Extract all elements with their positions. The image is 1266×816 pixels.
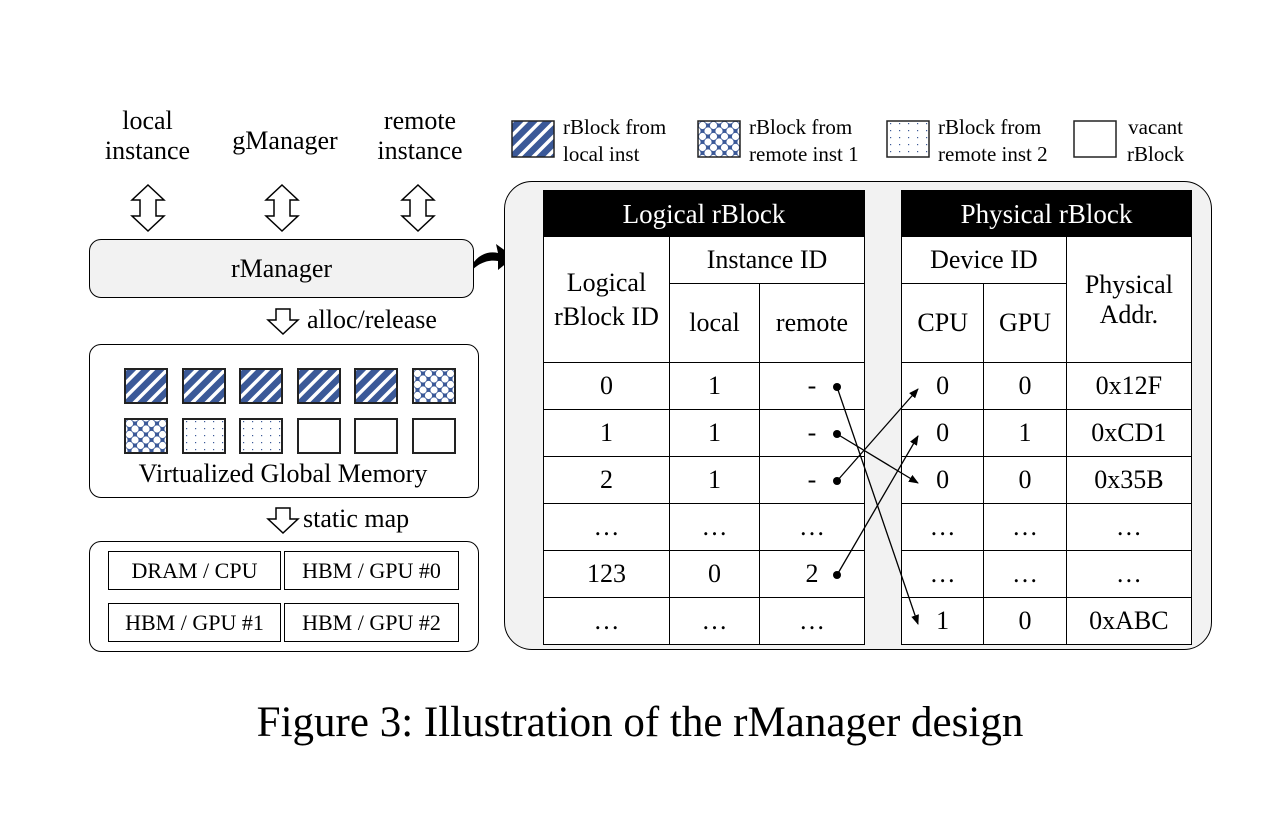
legend-line1: vacant [1128, 115, 1183, 139]
legend-line1: rBlock from [749, 115, 853, 139]
cell-gpu: 0 [983, 456, 1067, 504]
physical-table-row: ……… [900, 503, 1193, 551]
physical-table-row: 0 1 0xCD1 [900, 409, 1193, 457]
cell-remote: … [759, 503, 865, 551]
cell-gpu: 0 [983, 597, 1067, 645]
rmanager-box: rManager [89, 239, 474, 298]
device-hbm-gpu1: HBM / GPU #1 [108, 603, 281, 642]
double-arrow-icon [130, 183, 166, 233]
double-arrow-icon [264, 183, 300, 233]
legend-label-vacant: vacant rBlock [1127, 114, 1184, 168]
alloc-release-label: alloc/release [307, 305, 437, 334]
device-dram-cpu: DRAM / CPU [108, 551, 281, 590]
cell-remote: … [759, 597, 865, 645]
logical-table-title: Logical rBlock [543, 190, 865, 237]
local-instance-label: local instance [104, 106, 191, 165]
legend-line2: remote inst 1 [749, 142, 859, 166]
cell-id: 2 [543, 456, 670, 504]
col-cpu: CPU [900, 283, 985, 363]
legend-line2: remote inst 2 [938, 142, 1048, 166]
physical-table-row: ……… [900, 550, 1193, 598]
cell-id: 1 [543, 409, 670, 457]
logical-table-row: ……… [543, 597, 865, 645]
legend-swatch-vacant [1073, 120, 1117, 158]
physical-table-row: 0 0 0x35B [900, 456, 1193, 504]
cell-id: 0 [543, 362, 670, 410]
cell-id: … [543, 503, 670, 551]
legend-label-remote2: rBlock from remote inst 2 [938, 114, 1048, 168]
col-local: local [669, 283, 760, 363]
cell-remote: - [759, 409, 865, 457]
double-arrow-icon [400, 183, 436, 233]
cell-local: … [669, 503, 760, 551]
down-arrow-icon [266, 308, 300, 336]
legend-line2: rBlock [1127, 142, 1185, 166]
gmanager-label: gManager [232, 126, 338, 155]
cell-local: 1 [669, 456, 760, 504]
physical-rblock-table: Physical rBlock Device ID Physical Addr.… [900, 190, 1193, 645]
col-device-id: Device ID [901, 236, 1067, 284]
device-hbm-gpu2: HBM / GPU #2 [284, 603, 459, 642]
cell-cpu: 0 [900, 409, 985, 457]
cell-addr: 0xCD1 [1065, 409, 1193, 457]
remote-instance-label: remote instance [377, 106, 463, 165]
legend-swatch-local [511, 120, 555, 158]
virtualized-memory-label: Virtualized Global Memory [138, 459, 428, 488]
physical-table-title: Physical rBlock [901, 190, 1192, 237]
logical-table-row: 01- [543, 362, 865, 410]
col-remote: remote [759, 283, 865, 363]
logical-table-row: 11- [543, 409, 865, 457]
legend-swatch-remote2 [886, 120, 930, 158]
cell-local: 1 [669, 362, 760, 410]
legend-label-remote1: rBlock from remote inst 1 [749, 114, 859, 168]
col-instance-id: Instance ID [669, 236, 865, 284]
cell-cpu: … [900, 550, 985, 598]
legend-label-local: rBlock from local inst [563, 114, 666, 168]
cell-id: 123 [543, 550, 670, 598]
col-physical-addr: Physical Addr. [1065, 236, 1193, 363]
cell-addr: 0x35B [1065, 456, 1193, 504]
physical-table-row: 1 0 0xABC [900, 597, 1193, 645]
cell-remote: - [759, 362, 865, 410]
logical-table-row: ……… [543, 503, 865, 551]
device-hbm-gpu0: HBM / GPU #0 [284, 551, 459, 590]
legend-line2: local inst [563, 142, 640, 166]
col-logical-rblock-id: Logical rBlock ID [543, 236, 670, 363]
cell-gpu: … [983, 503, 1067, 551]
figure-caption: Figure 3: Illustration of the rManager d… [256, 699, 1024, 746]
cell-addr: 0x12F [1065, 362, 1193, 410]
logical-rblock-table: Logical rBlock Logical rBlock ID Instanc… [543, 190, 865, 645]
cell-addr: … [1065, 550, 1193, 598]
static-map-label: static map [303, 504, 410, 533]
cell-gpu: 0 [983, 362, 1067, 410]
cell-local: … [669, 597, 760, 645]
cell-cpu: 0 [900, 456, 985, 504]
cell-local: 0 [669, 550, 760, 598]
cell-cpu: 0 [900, 362, 985, 410]
legend-line1: rBlock from [563, 115, 667, 139]
legend-line1: rBlock from [938, 115, 1042, 139]
cell-remote: - [759, 456, 865, 504]
legend-swatch-remote1 [697, 120, 741, 158]
cell-local: 1 [669, 409, 760, 457]
cell-gpu: … [983, 550, 1067, 598]
logical-table-row: 21- [543, 456, 865, 504]
cell-id: … [543, 597, 670, 645]
cell-remote: 2 [759, 550, 865, 598]
cell-cpu: … [900, 503, 985, 551]
cell-addr: … [1065, 503, 1193, 551]
logical-table-row: 123 0 2 [543, 550, 865, 598]
cell-addr: 0xABC [1065, 597, 1193, 645]
col-gpu: GPU [983, 283, 1067, 363]
cell-cpu: 1 [900, 597, 985, 645]
physical-table-row: 0 0 0x12F [900, 362, 1193, 410]
cell-gpu: 1 [983, 409, 1067, 457]
down-arrow-icon [266, 507, 300, 535]
